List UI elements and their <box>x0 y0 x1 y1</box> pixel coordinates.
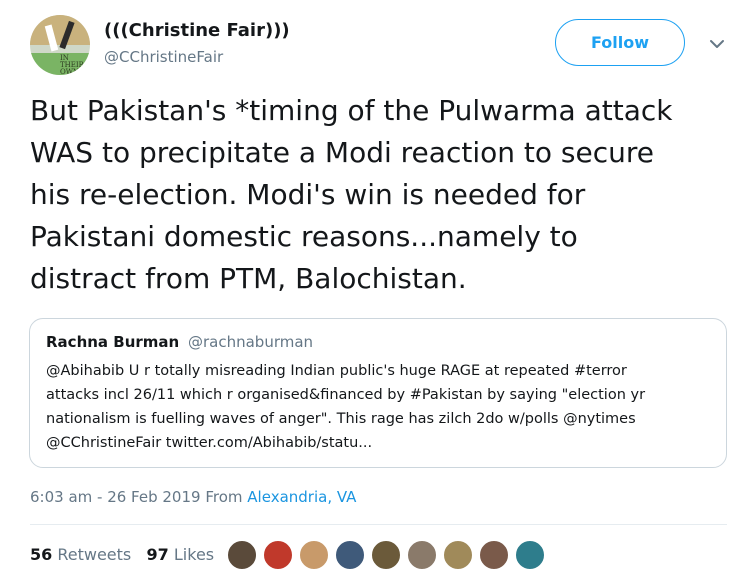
liker-avatar[interactable] <box>262 539 294 571</box>
tweet-metadata: 6:03 am - 26 Feb 2019 From Alexandria, V… <box>30 488 356 506</box>
tweet-timestamp[interactable]: 6:03 am - 26 Feb 2019 <box>30 488 201 506</box>
quoted-author-handle: @rachnaburman <box>188 333 314 351</box>
tweet-text-line: WAS to precipitate a Modi reaction to se… <box>30 136 654 169</box>
likes-stat[interactable]: 97 Likes <box>147 545 215 564</box>
quoted-tweet[interactable]: Rachna Burman @rachnaburman @Abihabib U … <box>29 318 727 468</box>
quoted-tweet-text: @Abihabib U r totally misreading Indian … <box>46 359 710 455</box>
quoted-author-name: Rachna Burman <box>46 333 180 351</box>
tweet-text-line: distract from PTM, Balochistan. <box>30 262 467 295</box>
liker-avatar[interactable] <box>334 539 366 571</box>
retweets-stat[interactable]: 56 Retweets <box>30 545 131 564</box>
follow-button[interactable]: Follow <box>555 19 685 66</box>
retweets-label: Retweets <box>57 545 132 564</box>
avatar-background <box>30 15 90 45</box>
quoted-text-line: @Abihabib U r totally misreading Indian … <box>46 363 627 379</box>
liker-avatar[interactable] <box>226 539 258 571</box>
tweet-text: But Pakistan's *timing of the Pulwarma a… <box>30 90 745 300</box>
tweet-text-line: his re-election. Modi's win is needed fo… <box>30 178 586 211</box>
liker-avatars <box>226 539 556 571</box>
quoted-tweet-header: Rachna Burman @rachnaburman <box>46 333 710 351</box>
quoted-text-line: nationalism is fuelling waves of anger".… <box>46 411 636 427</box>
author-avatar[interactable]: IN THEIR OWN <box>30 15 90 75</box>
quoted-text-line: attacks incl 26/11 which r organised&fin… <box>46 387 646 403</box>
divider <box>30 524 727 525</box>
tweet-text-line: Pakistani domestic reasons...namely to <box>30 220 578 253</box>
avatar-text: IN THEIR OWN <box>60 54 84 76</box>
likes-label: Likes <box>173 545 215 564</box>
liker-avatar[interactable] <box>298 539 330 571</box>
tweet-stats: 56 Retweets 97 Likes <box>30 545 214 564</box>
liker-avatar[interactable] <box>442 539 474 571</box>
liker-avatar[interactable] <box>406 539 438 571</box>
tweet-text-line: But Pakistan's *timing of the Pulwarma a… <box>30 94 673 127</box>
liker-avatar[interactable] <box>478 539 510 571</box>
retweets-count: 56 <box>30 545 53 564</box>
likes-count: 97 <box>146 545 169 564</box>
quoted-text-line: @CChristineFair twitter.com/Abihabib/sta… <box>46 435 373 451</box>
liker-avatar[interactable] <box>370 539 402 571</box>
author-handle[interactable]: @CChristineFair <box>104 48 223 66</box>
chevron-down-icon[interactable] <box>708 35 726 53</box>
liker-avatar[interactable] <box>514 539 546 571</box>
tweet-location[interactable]: Alexandria, VA <box>247 488 356 506</box>
author-name[interactable]: (((Christine Fair))) <box>104 20 290 41</box>
from-label: From <box>205 488 243 506</box>
